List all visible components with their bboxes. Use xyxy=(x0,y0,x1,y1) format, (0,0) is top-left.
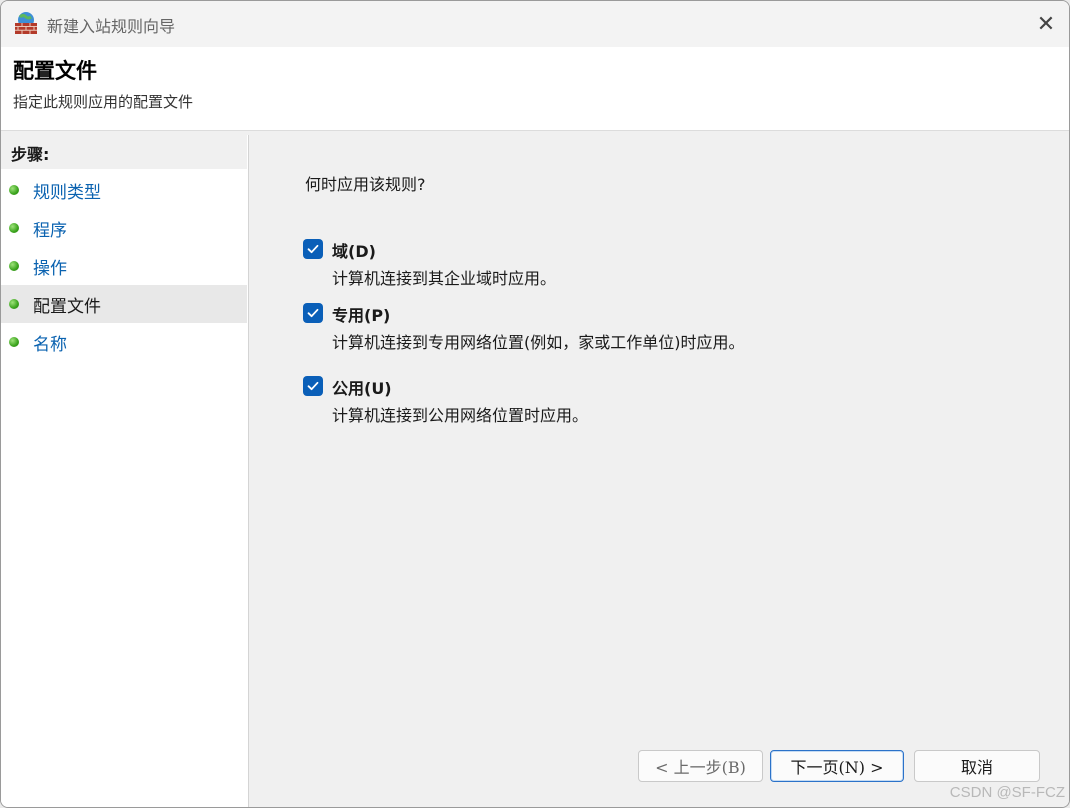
firewall-icon xyxy=(13,11,39,35)
cancel-button[interactable]: 取消 xyxy=(914,750,1040,782)
page-subtitle: 指定此规则应用的配置文件 xyxy=(13,93,194,111)
step-dot-icon xyxy=(9,185,19,195)
step-dot-icon xyxy=(9,337,19,347)
private-description: 计算机连接到专用网络位置(例如，家或工作单位)时应用。 xyxy=(332,333,745,352)
step-label: 配置文件 xyxy=(33,296,101,317)
domain-description: 计算机连接到其企业域时应用。 xyxy=(332,269,557,288)
steps-sidebar: 步骤: 规则类型 程序 操作 配置文件 名称 xyxy=(1,135,249,807)
wizard-window: 新建入站规则向导 ✕ 配置文件 指定此规则应用的配置文件 步骤: 规则类型 程序… xyxy=(0,0,1070,808)
main-panel: 何时应用该规则? 域(D) 计算机连接到其企业域时应用。 专用(P) 计算机连接… xyxy=(253,135,1069,807)
step-label: 操作 xyxy=(33,258,67,279)
checkmark-icon xyxy=(307,381,319,391)
next-button[interactable]: 下一页(N) > xyxy=(770,750,904,782)
back-button[interactable]: < 上一步(B) xyxy=(638,750,763,782)
page-title: 配置文件 xyxy=(13,59,97,83)
step-label: 规则类型 xyxy=(33,182,101,203)
step-dot-icon xyxy=(9,299,19,309)
domain-label[interactable]: 域(D) xyxy=(332,238,376,262)
close-icon[interactable]: ✕ xyxy=(1023,1,1069,47)
step-profile: 配置文件 xyxy=(1,285,247,323)
title-bar[interactable]: 新建入站规则向导 ✕ xyxy=(1,1,1069,47)
private-label[interactable]: 专用(P) xyxy=(332,302,390,326)
watermark: CSDN @SF-FCZ xyxy=(949,784,1065,801)
step-program[interactable]: 程序 xyxy=(1,209,247,247)
step-label: 程序 xyxy=(33,220,67,241)
step-label: 名称 xyxy=(33,334,67,355)
step-name[interactable]: 名称 xyxy=(1,323,247,361)
step-dot-icon xyxy=(9,261,19,271)
window-title: 新建入站规则向导 xyxy=(47,17,176,36)
step-rule-type[interactable]: 规则类型 xyxy=(1,171,247,209)
step-action[interactable]: 操作 xyxy=(1,247,247,285)
public-description: 计算机连接到公用网络位置时应用。 xyxy=(332,406,589,425)
step-dot-icon xyxy=(9,223,19,233)
public-checkbox[interactable] xyxy=(303,376,323,396)
wizard-header: 配置文件 指定此规则应用的配置文件 xyxy=(1,47,1069,131)
public-label[interactable]: 公用(U) xyxy=(332,375,392,399)
private-checkbox[interactable] xyxy=(303,303,323,323)
checkmark-icon xyxy=(307,244,319,254)
domain-checkbox[interactable] xyxy=(303,239,323,259)
checkmark-icon xyxy=(307,308,319,318)
question-text: 何时应用该规则? xyxy=(305,175,426,194)
steps-heading: 步骤: xyxy=(1,135,247,169)
